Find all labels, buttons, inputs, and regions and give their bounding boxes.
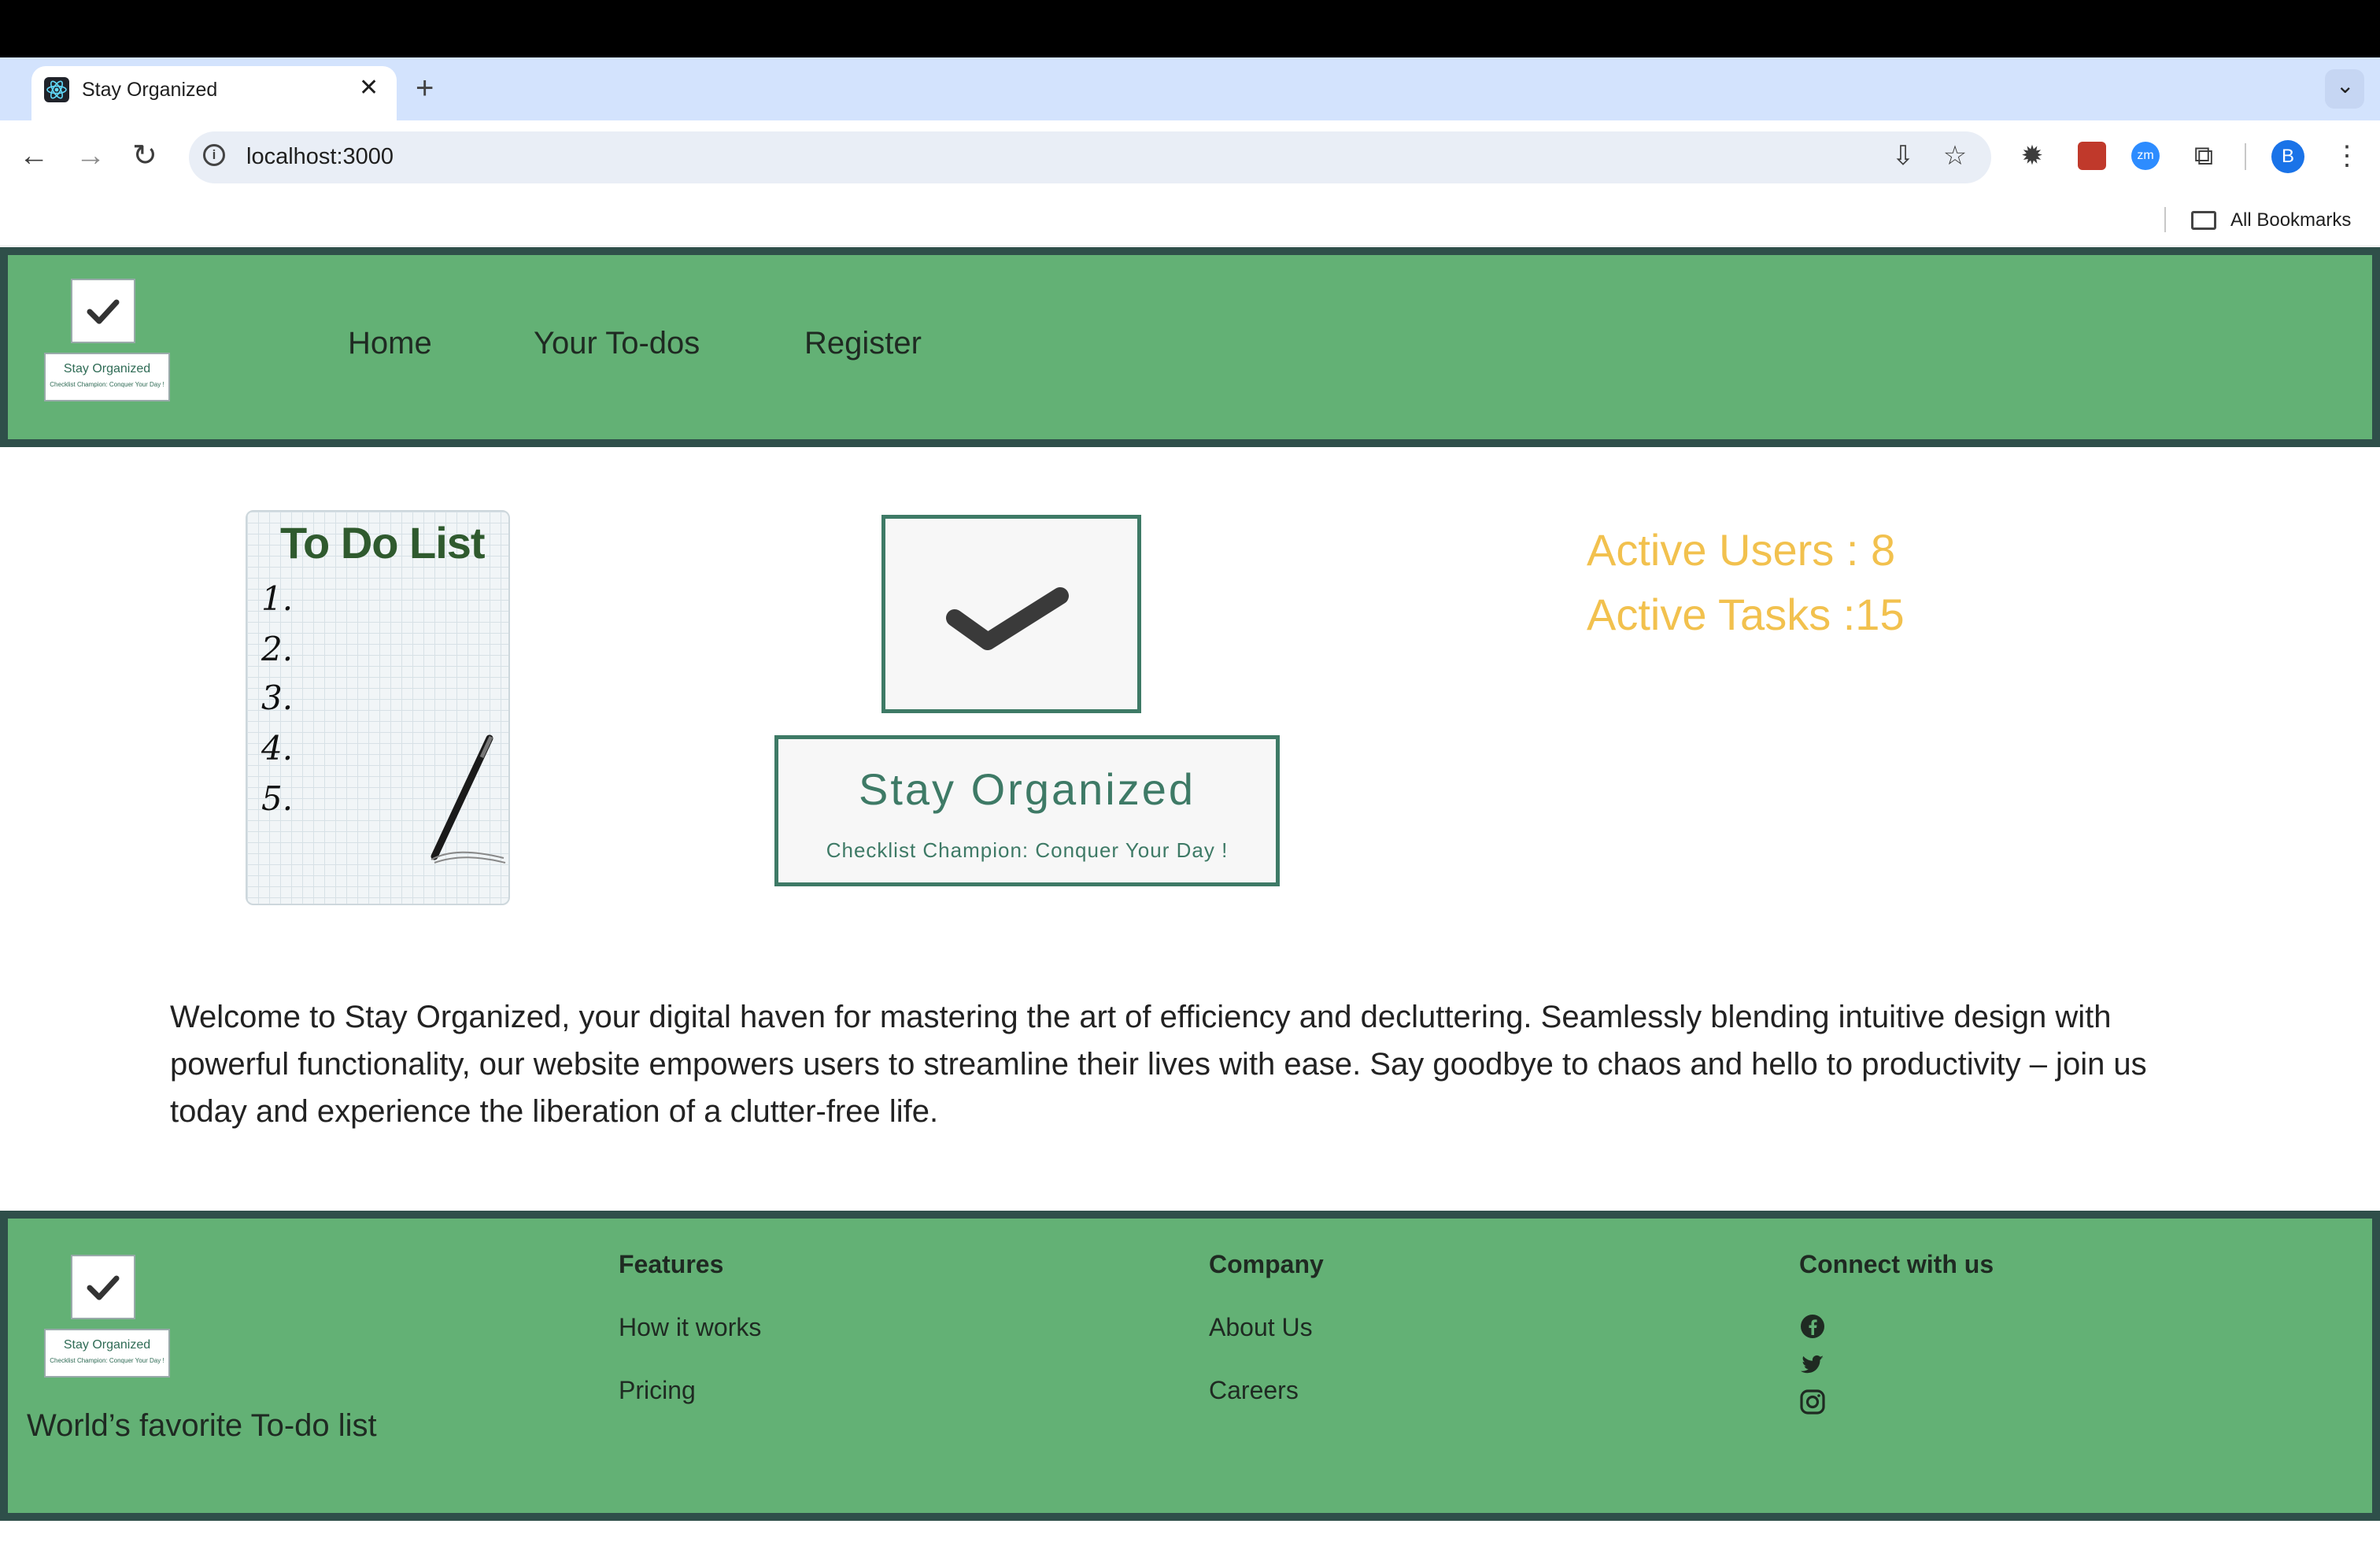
install-app-icon[interactable]: ⇩	[1887, 140, 1919, 172]
bookmarks-divider	[2164, 207, 2166, 232]
footer-logo-tagline: Checklist Champion: Conquer Your Day !	[50, 1357, 164, 1364]
footer-logo-check-icon[interactable]	[71, 1255, 135, 1319]
extension-red-icon[interactable]	[2078, 142, 2106, 170]
todo-item-number: 1.	[261, 579, 294, 618]
footer-link-careers[interactable]: Careers	[1209, 1374, 1299, 1406]
nav-home[interactable]: Home	[348, 324, 432, 362]
all-bookmarks-link[interactable]: All Bookmarks	[2230, 208, 2351, 233]
site-info-icon[interactable]: i	[203, 144, 225, 166]
footer-link-how-it-works[interactable]: How it works	[619, 1311, 761, 1343]
pen-icon	[431, 734, 506, 864]
url-text[interactable]: localhost:3000	[246, 143, 394, 170]
logo-tagline: Checklist Champion: Conquer Your Day !	[50, 381, 164, 388]
footer-link-pricing[interactable]: Pricing	[619, 1374, 696, 1406]
facebook-icon[interactable]	[1799, 1313, 1826, 1340]
extension-sun-icon[interactable]: ✹	[2016, 140, 2048, 172]
logo-check-icon[interactable]	[71, 279, 135, 343]
footer-tagline: World’s favorite To-do list	[27, 1408, 377, 1443]
footer-features-heading: Features	[619, 1250, 724, 1278]
nav-register[interactable]: Register	[804, 324, 922, 362]
footer-connect-heading: Connect with us	[1799, 1250, 1994, 1278]
bookmarks-bar	[0, 196, 2380, 246]
todo-item-number: 3.	[261, 679, 294, 717]
chevron-down-icon: ⌄	[2336, 73, 2355, 98]
react-favicon-icon	[44, 77, 69, 102]
todo-item-number: 4.	[261, 729, 294, 767]
logo-title: Stay Organized	[63, 362, 151, 375]
todo-illustration-title: To Do List	[280, 518, 486, 568]
new-tab-button[interactable]: +	[416, 72, 434, 104]
tab-title: Stay Organized	[82, 79, 218, 101]
browser-menu-icon[interactable]: ⋮	[2331, 140, 2363, 172]
todo-item-number: 2.	[261, 630, 294, 668]
footer-link-about-us[interactable]: About Us	[1209, 1311, 1313, 1343]
welcome-paragraph: Welcome to Stay Organized, your digital …	[170, 1000, 2147, 1129]
address-bar[interactable]	[189, 131, 1991, 183]
extensions-puzzle-icon[interactable]: ⧉	[2188, 140, 2219, 172]
forward-button[interactable]: →	[76, 139, 105, 173]
brand-title: Stay Organized	[859, 764, 1196, 814]
footer-company-heading: Company	[1209, 1250, 1324, 1278]
site-footer	[0, 1211, 2380, 1521]
back-button[interactable]: ←	[19, 139, 49, 173]
bookmark-star-icon[interactable]: ☆	[1939, 140, 1971, 172]
big-check-icon	[881, 515, 1141, 713]
toolbar-divider	[2245, 143, 2246, 170]
folder-icon	[2191, 211, 2216, 230]
todo-item-number: 5.	[261, 779, 294, 818]
nav-your-todos[interactable]: Your To-dos	[534, 324, 700, 362]
os-top-bar	[0, 0, 2380, 57]
footer-logo[interactable]: Stay Organized Checklist Champion: Conqu…	[44, 1329, 170, 1378]
tab-search-button[interactable]: ⌄	[2325, 69, 2364, 109]
header-logo[interactable]: Stay Organized Checklist Champion: Conqu…	[44, 353, 170, 401]
reload-button[interactable]: ↻	[132, 139, 157, 173]
active-tasks-stat: Active Tasks :15	[1587, 590, 1905, 639]
tab-close-icon[interactable]: ✕	[359, 76, 379, 101]
footer-logo-title: Stay Organized	[63, 1338, 151, 1352]
twitter-icon[interactable]	[1799, 1351, 1826, 1378]
instagram-icon[interactable]	[1799, 1389, 1826, 1415]
brand-tagline: Checklist Champion: Conquer Your Day !	[826, 838, 1229, 862]
profile-avatar[interactable]: B	[2271, 140, 2304, 173]
active-users-stat: Active Users : 8	[1587, 525, 1896, 575]
extension-zoom-icon[interactable]: zm	[2131, 142, 2160, 170]
